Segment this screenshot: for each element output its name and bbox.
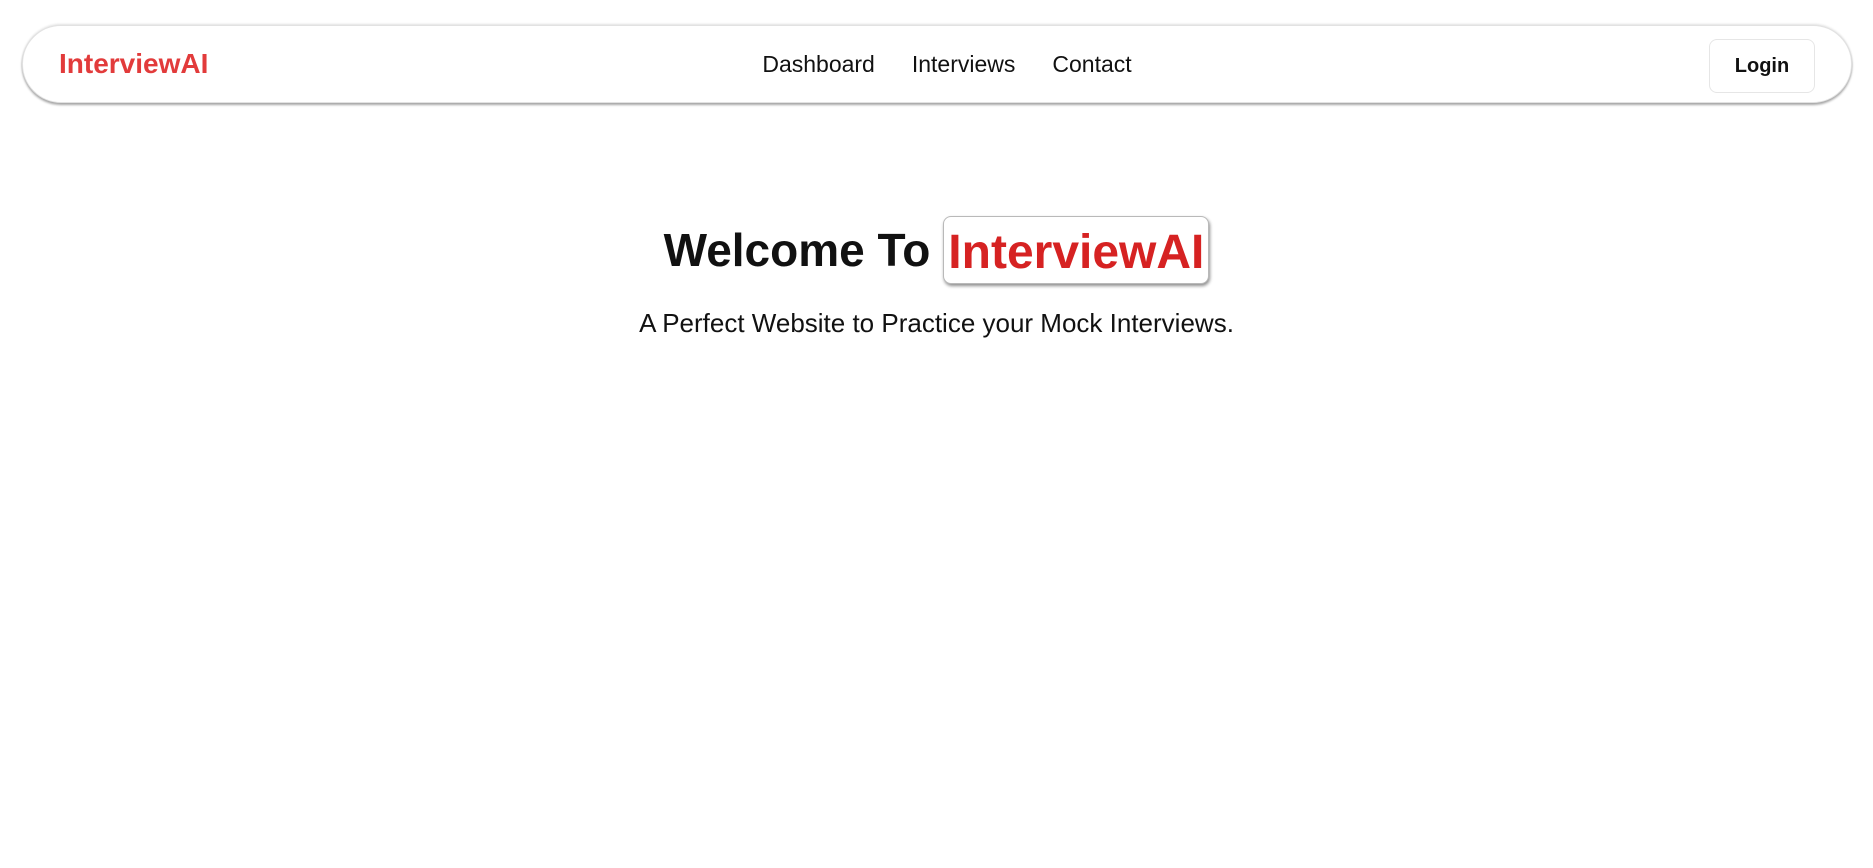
nav-link-dashboard[interactable]: Dashboard: [762, 51, 875, 78]
nav-link-contact[interactable]: Contact: [1052, 51, 1131, 78]
navbar: InterviewAI Dashboard Interviews Contact…: [22, 25, 1852, 103]
hero-subtitle: A Perfect Website to Practice your Mock …: [639, 308, 1234, 338]
nav-link-interviews[interactable]: Interviews: [912, 51, 1016, 78]
hero-welcome-text: Welcome To: [663, 224, 931, 276]
hero-title: Welcome To InterviewAI: [664, 216, 1210, 284]
nav-links: Dashboard Interviews Contact: [23, 51, 1851, 78]
hero-section: Welcome To InterviewAI A Perfect Website…: [0, 216, 1873, 339]
hero-brand-badge: InterviewAI: [943, 216, 1210, 284]
login-button[interactable]: Login: [1709, 39, 1815, 93]
